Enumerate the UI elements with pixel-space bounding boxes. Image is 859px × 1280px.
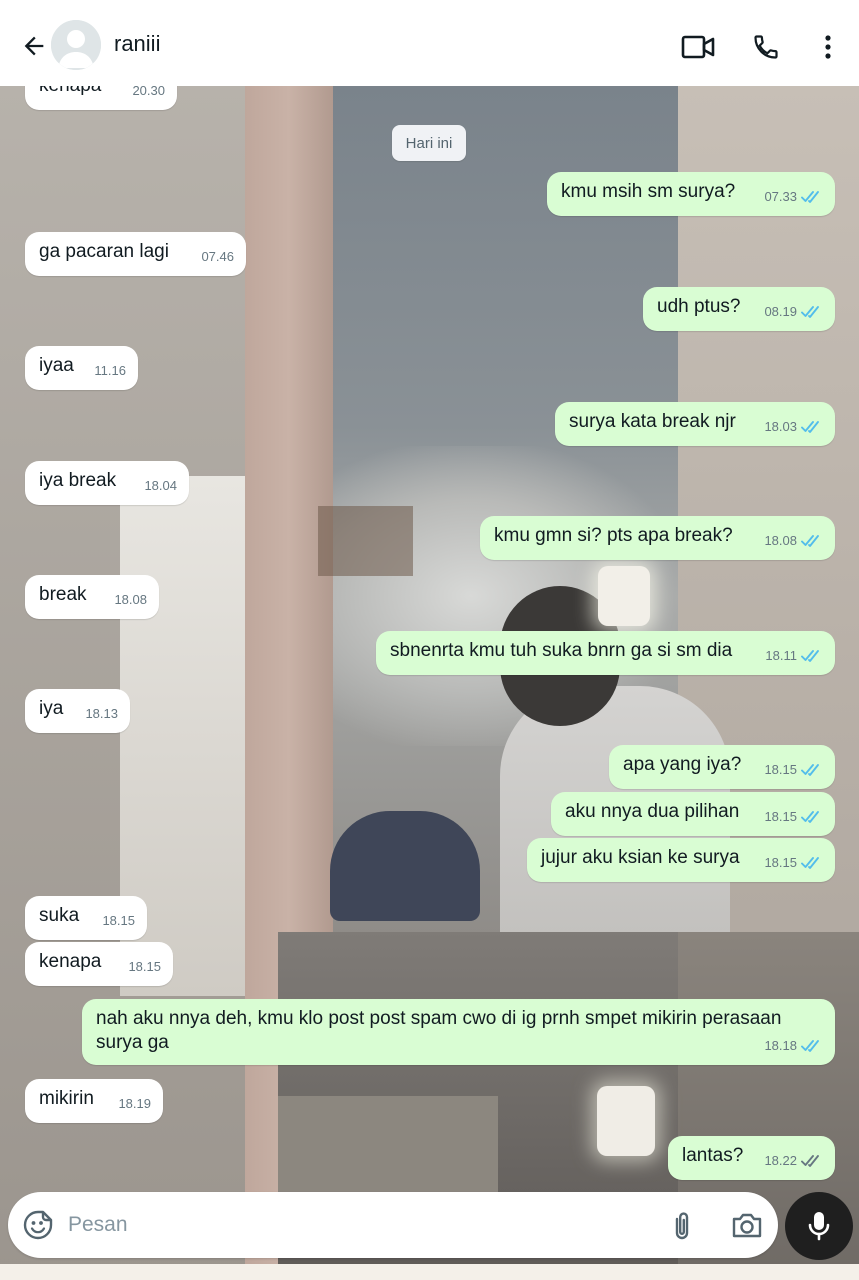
message-time: 18.08 xyxy=(764,533,797,548)
message-meta: 18.15 xyxy=(128,955,161,979)
message-text: sbnenrta kmu tuh suka bnrn ga si sm dia xyxy=(390,640,733,661)
message-meta: 08.19 xyxy=(764,300,823,324)
camera-button[interactable] xyxy=(730,1210,764,1242)
message-meta: 18.15 xyxy=(102,909,135,933)
message-time: 18.15 xyxy=(764,762,797,777)
chat-area[interactable]: Hari ini kenapa20.30 kmu msih sm surya?07… xyxy=(0,86,859,1280)
read-receipt-icon xyxy=(801,1040,819,1052)
phone-icon xyxy=(754,35,778,59)
delivered-receipt-icon xyxy=(801,1155,819,1167)
sticker-icon xyxy=(23,1210,53,1240)
chat-header: raniii xyxy=(0,0,859,86)
emoji-button[interactable] xyxy=(22,1209,54,1241)
message-time: 18.15 xyxy=(764,809,797,824)
message-meta: 18.04 xyxy=(144,474,177,498)
message-text: nah aku nnya deh, kmu klo post post spam… xyxy=(96,1008,782,1053)
outgoing-message[interactable]: sbnenrta kmu tuh suka bnrn ga si sm dia 1… xyxy=(376,631,835,675)
wallpaper-poster xyxy=(318,506,413,576)
message-time: 11.16 xyxy=(94,363,126,378)
message-time: 18.13 xyxy=(85,706,118,721)
outgoing-message[interactable]: apa yang iya? 18.15 xyxy=(609,745,835,789)
read-receipt-icon xyxy=(801,535,819,547)
read-receipt-icon xyxy=(801,811,819,823)
message-meta: 18.19 xyxy=(118,1092,151,1116)
message-meta: 18.15 xyxy=(764,805,823,829)
outgoing-message[interactable]: kmu msih sm surya? 07.33 xyxy=(547,172,835,216)
microphone-icon xyxy=(808,1212,830,1241)
wallpaper-phone-flash xyxy=(598,566,650,626)
video-call-button[interactable] xyxy=(678,27,718,67)
outgoing-message[interactable]: surya kata break njr 18.03 xyxy=(555,402,835,446)
message-time: 18.15 xyxy=(102,913,135,928)
message-meta: 18.03 xyxy=(764,415,823,439)
back-button[interactable] xyxy=(14,26,54,66)
message-time: 18.03 xyxy=(764,419,797,434)
outgoing-message[interactable]: aku nnya dua pilihan 18.15 xyxy=(551,792,835,836)
wallpaper-box xyxy=(278,1096,498,1196)
read-receipt-icon xyxy=(801,421,819,433)
message-meta: 11.16 xyxy=(94,359,126,383)
message-meta: 18.08 xyxy=(114,588,147,612)
message-time: 18.15 xyxy=(764,855,797,870)
message-meta: 07.46 xyxy=(201,245,234,269)
message-time: 18.11 xyxy=(765,648,797,663)
message-meta: 18.18 xyxy=(764,1034,823,1058)
message-time: 18.08 xyxy=(114,592,147,607)
message-time: 18.18 xyxy=(764,1038,797,1053)
camera-icon xyxy=(732,1213,762,1238)
incoming-message[interactable]: iyaa 11.16 xyxy=(25,346,138,390)
wallpaper-chair xyxy=(330,811,480,921)
default-avatar-icon xyxy=(51,20,101,70)
message-time: 07.33 xyxy=(764,189,797,204)
message-meta: 18.15 xyxy=(764,851,823,875)
read-receipt-icon xyxy=(801,764,819,776)
message-time: 18.19 xyxy=(118,1096,151,1111)
message-time: 20.30 xyxy=(132,86,165,98)
message-meta: 07.33 xyxy=(764,185,823,209)
outgoing-message[interactable]: nah aku nnya deh, kmu klo post post spam… xyxy=(82,999,835,1065)
paperclip-icon xyxy=(675,1212,689,1240)
incoming-message[interactable]: iya break 18.04 xyxy=(25,461,189,505)
message-meta: 18.11 xyxy=(765,644,823,668)
avatar[interactable] xyxy=(51,20,101,70)
date-chip: Hari ini xyxy=(392,125,466,161)
outgoing-message[interactable]: udh ptus? 08.19 xyxy=(643,287,835,331)
incoming-message[interactable]: iya 18.13 xyxy=(25,689,130,733)
message-meta: 18.15 xyxy=(764,758,823,782)
read-receipt-icon xyxy=(801,650,819,662)
message-time: 18.04 xyxy=(144,478,177,493)
attach-button[interactable] xyxy=(668,1210,696,1242)
incoming-message[interactable]: kenapa20.30 xyxy=(25,86,177,110)
message-time: 18.15 xyxy=(128,959,161,974)
incoming-message[interactable]: kenapa 18.15 xyxy=(25,942,173,986)
wallpaper-phone-flash xyxy=(597,1086,655,1156)
message-composer: Pesan xyxy=(8,1192,778,1258)
incoming-message[interactable]: ga pacaran lagi 07.46 xyxy=(25,232,246,276)
outgoing-message[interactable]: lantas? 18.22 xyxy=(668,1136,835,1180)
message-time: 08.19 xyxy=(764,304,797,319)
contact-name[interactable]: raniii xyxy=(114,31,160,57)
arrow-left-icon xyxy=(24,36,44,56)
outgoing-message[interactable]: kmu gmn si? pts apa break? 18.08 xyxy=(480,516,835,560)
message-meta: 18.22 xyxy=(764,1149,823,1173)
message-meta: 18.08 xyxy=(764,529,823,553)
video-call-icon xyxy=(681,35,715,59)
message-time: 18.22 xyxy=(764,1153,797,1168)
message-meta: 18.13 xyxy=(85,702,118,726)
more-vert-icon xyxy=(825,35,831,59)
voice-record-button[interactable] xyxy=(785,1192,853,1260)
more-options-button[interactable] xyxy=(808,27,848,67)
read-receipt-icon xyxy=(801,306,819,318)
incoming-message[interactable]: mikirin 18.19 xyxy=(25,1079,163,1123)
message-time: 07.46 xyxy=(201,249,234,264)
incoming-message[interactable]: break 18.08 xyxy=(25,575,159,619)
outgoing-message[interactable]: jujur aku ksian ke surya 18.15 xyxy=(527,838,835,882)
read-receipt-icon xyxy=(801,857,819,869)
message-input[interactable]: Pesan xyxy=(68,1210,628,1240)
voice-call-button[interactable] xyxy=(746,27,786,67)
incoming-message[interactable]: suka 18.15 xyxy=(25,896,147,940)
message-meta: 20.30 xyxy=(132,86,165,103)
read-receipt-icon xyxy=(801,191,819,203)
bottom-bar xyxy=(0,1264,859,1280)
